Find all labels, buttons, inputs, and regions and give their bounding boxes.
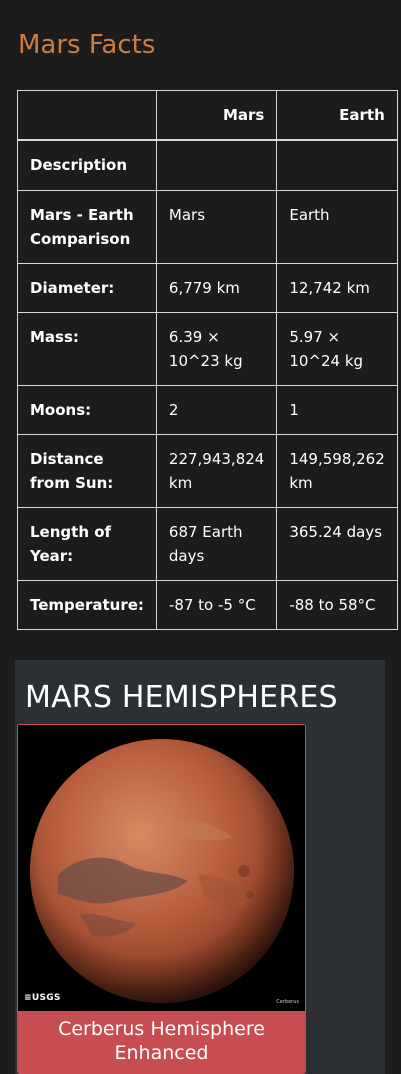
mars-value: Mars — [155, 190, 278, 264]
earth-value: 149,598,262 km — [276, 434, 398, 508]
table-header-mars: Mars — [155, 90, 278, 141]
mars-hemispheres-section: MARS HEMISPHERES ≡USGS Cerberus Cerberus… — [0, 660, 401, 1074]
mars-facts-section: Mars Facts Mars Earth Description Mars -… — [0, 0, 401, 650]
earth-value: -88 to 58°C — [276, 580, 398, 630]
table-row: Mass: 6.39 × 10^23 kg 5.97 × 10^24 kg — [17, 312, 398, 386]
earth-value: 5.97 × 10^24 kg — [276, 312, 398, 386]
hemisphere-image[interactable]: ≡USGS Cerberus — [18, 725, 305, 1011]
table-header-row: Mars Earth — [17, 90, 398, 141]
hemisphere-card[interactable]: ≡USGS Cerberus Cerberus Hemisphere Enhan… — [17, 724, 306, 1074]
mars-value: 2 — [155, 385, 278, 435]
hemispheres-title: MARS HEMISPHERES — [25, 680, 338, 715]
table-row: Length of Year: 687 Earth days 365.24 da… — [17, 507, 398, 581]
row-label: Mass: — [17, 312, 157, 386]
mars-value: -87 to -5 °C — [155, 580, 278, 630]
table-row: Temperature: -87 to -5 °C -88 to 58°C — [17, 580, 398, 630]
mars-value: 227,943,824 km — [155, 434, 278, 508]
row-label: Moons: — [17, 385, 157, 435]
table-header-empty — [17, 90, 157, 141]
hemisphere-caption[interactable]: Cerberus Hemisphere Enhanced — [18, 1011, 305, 1073]
earth-value: 12,742 km — [276, 263, 398, 313]
row-label: Mars - Earth Comparison — [17, 190, 157, 264]
usgs-logo: ≡USGS — [24, 993, 61, 1003]
mars-value: 6,779 km — [155, 263, 278, 313]
mars-value: 6.39 × 10^23 kg — [155, 312, 278, 386]
earth-value: 1 — [276, 385, 398, 435]
table-row: Mars - Earth Comparison Mars Earth — [17, 190, 398, 264]
row-label: Description — [17, 139, 157, 191]
row-label: Diameter: — [17, 263, 157, 313]
table-row: Diameter: 6,779 km 12,742 km — [17, 263, 398, 313]
earth-value: Earth — [276, 190, 398, 264]
earth-value: 365.24 days — [276, 507, 398, 581]
earth-value — [276, 139, 398, 191]
row-label: Distance from Sun: — [17, 434, 157, 508]
table-row: Moons: 2 1 — [17, 385, 398, 435]
row-label: Temperature: — [17, 580, 157, 630]
mars-value: 687 Earth days — [155, 507, 278, 581]
mars-facts-table: Mars Earth Description Mars - Earth Comp… — [17, 90, 398, 630]
table-header-earth: Earth — [276, 90, 398, 141]
row-label: Length of Year: — [17, 507, 157, 581]
mars-globe-image — [18, 725, 305, 1011]
table-row: Description — [17, 139, 398, 191]
mars-value — [155, 139, 278, 191]
table-row: Distance from Sun: 227,943,824 km 149,59… — [17, 434, 398, 508]
image-credit: Cerberus — [276, 999, 299, 1005]
mars-facts-title: Mars Facts — [18, 30, 156, 60]
